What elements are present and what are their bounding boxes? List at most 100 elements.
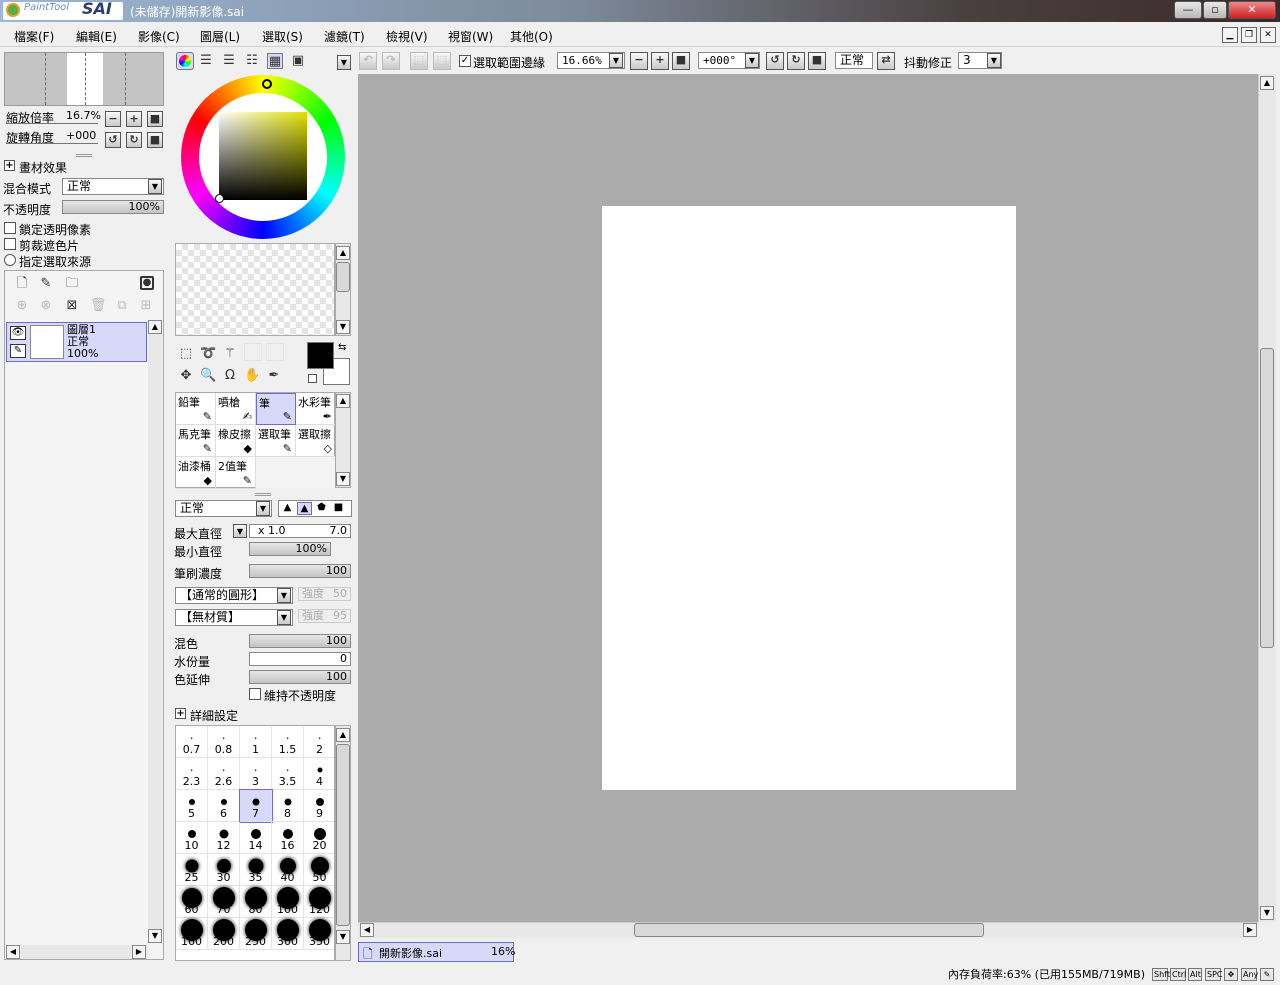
- hsv-slider-tab-icon[interactable]: ☰: [221, 53, 237, 69]
- texture-dropdown-icon[interactable]: ▼: [277, 610, 291, 625]
- brush-size-cell[interactable]: 1: [240, 726, 272, 758]
- panel-menu-icon[interactable]: ▼: [337, 55, 351, 70]
- flip-view-button[interactable]: ⇄: [877, 52, 895, 70]
- brush-size-cell[interactable]: 12: [208, 822, 240, 854]
- brush-size-cell[interactable]: 6: [208, 790, 240, 822]
- redo-button[interactable]: ↷: [382, 52, 400, 70]
- canvas-rotate-cw-button[interactable]: ↻: [787, 52, 805, 70]
- hand-icon[interactable]: ✋: [244, 368, 260, 384]
- tool-scroll-down-icon[interactable]: ▼: [336, 472, 350, 486]
- blend-mode-dropdown-icon[interactable]: ▼: [148, 179, 162, 194]
- zoom-tool-icon[interactable]: 🔍: [200, 368, 216, 384]
- tool-splitter[interactable]: [255, 493, 271, 496]
- menu-image[interactable]: 影像(C): [138, 28, 180, 45]
- layer-scroll-right-icon[interactable]: ▶: [132, 945, 146, 959]
- brush-size-cell[interactable]: 50: [304, 854, 334, 886]
- rotate-slider[interactable]: [6, 143, 98, 144]
- shape-strength-slider[interactable]: 強度 50: [298, 587, 351, 601]
- texture-select[interactable]: 【無材質】: [175, 609, 293, 626]
- size-scroll-up-icon[interactable]: ▲: [336, 728, 350, 742]
- layer-vscroll[interactable]: [148, 320, 162, 942]
- new-linework-layer-icon[interactable]: ✎: [38, 276, 54, 292]
- mdi-minimize-button[interactable]: ▁: [1222, 27, 1238, 43]
- layer-hscroll[interactable]: [6, 945, 148, 959]
- blending-slider[interactable]: 100: [249, 634, 351, 648]
- deselect-button[interactable]: ⬚: [410, 52, 428, 70]
- swatch-scroll-up-icon[interactable]: ▲: [336, 246, 350, 260]
- brush-size-cell[interactable]: 350: [304, 918, 334, 950]
- canvas-rotate-reset-button[interactable]: ■: [808, 52, 826, 70]
- brush-size-cell[interactable]: 1.5: [272, 726, 304, 758]
- brush-size-cell[interactable]: 30: [208, 854, 240, 886]
- scratchpad-tab-icon[interactable]: ▣: [290, 53, 306, 69]
- brush-size-cell[interactable]: 40: [272, 854, 304, 886]
- rotate-tool-icon[interactable]: Ω: [222, 368, 238, 384]
- brush-size-cell[interactable]: 250: [240, 918, 272, 950]
- mdi-restore-button[interactable]: ❐: [1241, 27, 1257, 43]
- brush-size-cell[interactable]: 0.7: [176, 726, 208, 758]
- menu-file[interactable]: 檔案(F): [14, 28, 54, 45]
- brush-size-cell[interactable]: 0.8: [208, 726, 240, 758]
- effects-label[interactable]: 畫材效果: [19, 159, 67, 176]
- tool-airbrush[interactable]: 噴槍 ✍: [216, 393, 256, 425]
- document-tab[interactable]: 🗋 開新影像.sai 16%: [358, 942, 515, 962]
- navigator-preview[interactable]: [4, 52, 164, 106]
- density-slider[interactable]: 100: [249, 564, 351, 578]
- brush-size-cell[interactable]: 7: [239, 789, 273, 823]
- swap-colors-icon[interactable]: ⇆: [338, 342, 346, 353]
- canvas-angle-dropdown-icon[interactable]: ▼: [745, 53, 759, 68]
- rotate-reset-button[interactable]: ■: [147, 132, 163, 148]
- edge-round-icon[interactable]: ⬟: [314, 502, 329, 515]
- brush-size-cell[interactable]: 200: [208, 918, 240, 950]
- move-icon[interactable]: ✥: [178, 368, 194, 384]
- foreground-color-swatch[interactable]: [307, 342, 334, 369]
- eyedropper-icon[interactable]: ✒: [266, 368, 282, 384]
- size-scroll-down-icon[interactable]: ▼: [336, 930, 350, 944]
- menu-filter[interactable]: 濾鏡(T): [324, 28, 365, 45]
- min-size-slider[interactable]: 100%: [249, 542, 331, 556]
- undo-button[interactable]: ↶: [359, 52, 377, 70]
- brush-size-cell[interactable]: 4: [304, 758, 334, 790]
- menu-layer[interactable]: 圖層(L): [200, 28, 240, 45]
- tool-bucket[interactable]: 油漆桶 ◆: [176, 457, 216, 489]
- brush-size-cell[interactable]: 2: [304, 726, 334, 758]
- brush-size-cell[interactable]: 3.5: [272, 758, 304, 790]
- new-layer-icon[interactable]: 🗋: [14, 276, 30, 292]
- layer-mask-icon[interactable]: ●: [140, 276, 154, 290]
- brush-size-cell[interactable]: 8: [272, 790, 304, 822]
- canvas-scroll-down-icon[interactable]: ▼: [1260, 906, 1274, 920]
- merge-down-icon[interactable]: ⊗: [38, 298, 54, 314]
- swatch-scroll-down-icon[interactable]: ▼: [336, 320, 350, 334]
- duplicate-layer-icon[interactable]: ⧉: [114, 298, 130, 314]
- rotate-cw-button[interactable]: ↻: [126, 132, 142, 148]
- brush-size-cell[interactable]: 16: [272, 822, 304, 854]
- brush-size-cell[interactable]: 60: [176, 886, 208, 918]
- clear-layer-icon[interactable]: ⊠: [64, 298, 80, 314]
- expand-advanced-icon[interactable]: +: [175, 708, 186, 719]
- layer-scroll-left-icon[interactable]: ◀: [6, 945, 20, 959]
- layer-scroll-down-icon[interactable]: ▼: [148, 929, 162, 943]
- clipping-checkbox[interactable]: [4, 238, 16, 250]
- merge-visible-icon[interactable]: ⊞: [138, 298, 154, 314]
- brush-mode-dropdown-icon[interactable]: ▼: [256, 501, 270, 516]
- brush-lock-icon[interactable]: ✎: [10, 344, 26, 358]
- brush-size-cell[interactable]: 10: [176, 822, 208, 854]
- canvas-scroll-left-icon[interactable]: ◀: [360, 923, 374, 937]
- canvas-paper[interactable]: [602, 206, 1016, 790]
- canvas-scroll-up-icon[interactable]: ▲: [1260, 76, 1274, 90]
- panel-splitter[interactable]: [76, 154, 92, 157]
- lock-alpha-checkbox[interactable]: [4, 222, 16, 234]
- tool-binary-pen[interactable]: 2值筆 ✎: [216, 457, 256, 489]
- brush-size-cell[interactable]: 2.3: [176, 758, 208, 790]
- view-mode-select[interactable]: 正常: [835, 52, 873, 69]
- canvas-rotate-ccw-button[interactable]: ↺: [766, 52, 784, 70]
- sv-square[interactable]: [219, 112, 307, 200]
- tool-eraser[interactable]: 橡皮擦 ◆: [216, 425, 256, 457]
- minimize-button[interactable]: —: [1174, 1, 1202, 19]
- swatch-scroll-thumb[interactable]: [336, 262, 350, 292]
- rotate-value[interactable]: +000: [66, 129, 96, 142]
- eye-icon[interactable]: 👁: [10, 326, 26, 340]
- brush-size-cell[interactable]: 120: [304, 886, 334, 918]
- canvas-scroll-right-icon[interactable]: ▶: [1243, 923, 1257, 937]
- menu-select[interactable]: 選取(S): [262, 28, 303, 45]
